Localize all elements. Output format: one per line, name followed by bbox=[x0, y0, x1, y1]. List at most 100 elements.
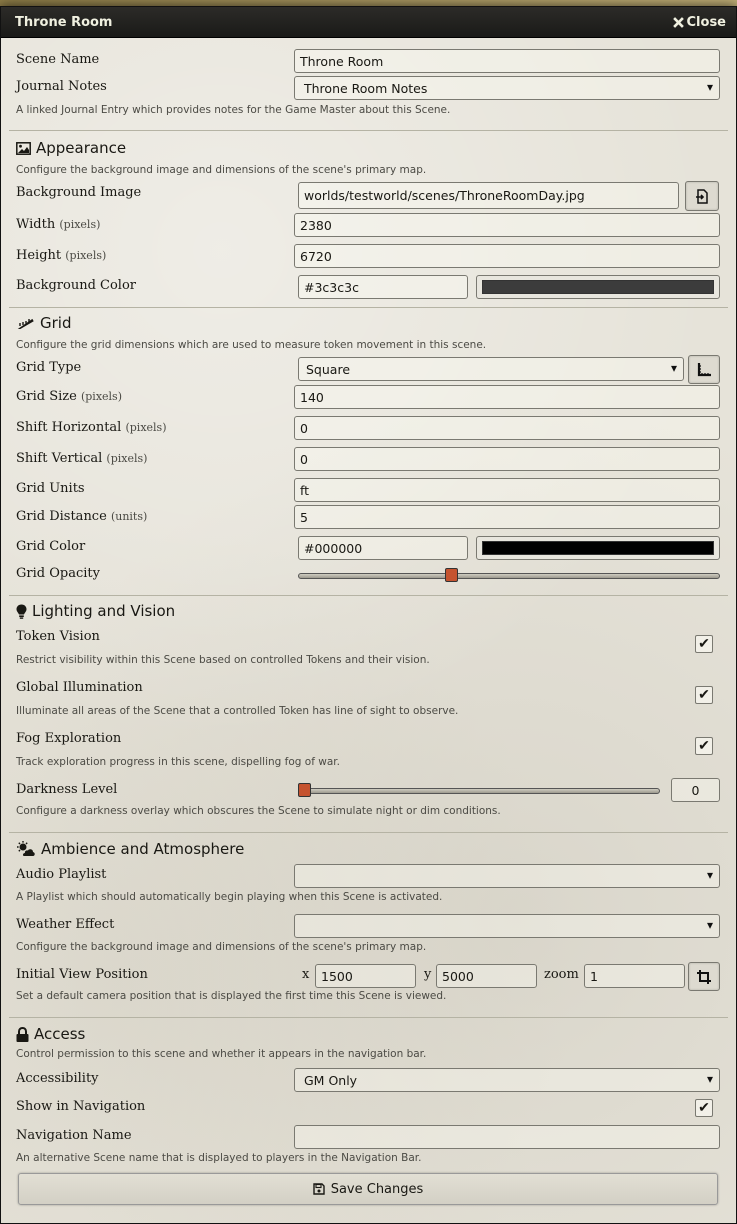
audio-playlist-hint: A Playlist which should automatically be… bbox=[16, 891, 443, 903]
grid-units-input[interactable]: ft bbox=[294, 478, 720, 502]
grid-type-label: Grid Type bbox=[16, 360, 82, 375]
grid-size-unit: (pixels) bbox=[80, 390, 122, 403]
divider bbox=[9, 595, 728, 596]
divider bbox=[9, 307, 728, 308]
capture-view-button[interactable] bbox=[688, 962, 720, 991]
file-picker-button[interactable] bbox=[685, 181, 719, 211]
cloud-sun-icon bbox=[17, 841, 35, 856]
save-icon bbox=[313, 1183, 325, 1195]
grid-opacity-label: Grid Opacity bbox=[16, 566, 100, 581]
image-icon bbox=[16, 141, 31, 155]
scene-config-window: Throne Room Close Scene Name Throne Room… bbox=[0, 6, 737, 1224]
show-navigation-checkbox[interactable]: ✔ bbox=[695, 1099, 713, 1117]
darkness-level-thumb[interactable] bbox=[298, 783, 311, 797]
lighting-header: Lighting and Vision bbox=[16, 602, 175, 620]
grid-color-swatch[interactable] bbox=[476, 536, 720, 560]
view-zoom-label: zoom bbox=[544, 967, 579, 982]
ruler-icon bbox=[17, 318, 34, 329]
darkness-level-hint: Configure a darkness overlay which obscu… bbox=[16, 805, 501, 817]
show-navigation-label: Show in Navigation bbox=[16, 1099, 146, 1114]
bg-color-swatch[interactable] bbox=[476, 275, 720, 299]
grid-title: Grid bbox=[40, 314, 72, 332]
shift-h-input[interactable]: 0 bbox=[294, 416, 720, 440]
divider bbox=[9, 832, 728, 833]
navigation-name-input[interactable] bbox=[294, 1125, 720, 1149]
fog-exploration-hint: Track exploration progress in this scene… bbox=[16, 756, 340, 768]
height-input[interactable]: 6720 bbox=[294, 244, 720, 268]
ambience-header: Ambience and Atmosphere bbox=[16, 840, 244, 858]
ruler-combined-icon bbox=[697, 363, 711, 377]
darkness-level-label: Darkness Level bbox=[16, 782, 118, 797]
grid-config-button[interactable] bbox=[688, 355, 720, 384]
lightbulb-icon bbox=[16, 604, 27, 619]
shift-h-unit: (pixels) bbox=[125, 421, 167, 434]
accessibility-select[interactable]: GM Only bbox=[294, 1068, 720, 1092]
close-label: Close bbox=[686, 14, 726, 30]
weather-effect-label: Weather Effect bbox=[16, 917, 115, 932]
journal-notes-label: Journal Notes bbox=[16, 79, 107, 94]
bg-image-label: Background Image bbox=[16, 185, 142, 200]
initial-view-hint: Set a default camera position that is di… bbox=[16, 990, 447, 1002]
global-illumination-checkbox[interactable]: ✔ bbox=[695, 686, 713, 704]
window-titlebar[interactable]: Throne Room Close bbox=[1, 7, 736, 38]
view-y-label: y bbox=[424, 967, 432, 982]
grid-distance-label-text: Grid Distance bbox=[16, 509, 107, 524]
width-input[interactable]: 2380 bbox=[294, 213, 720, 237]
initial-view-label: Initial View Position bbox=[16, 967, 148, 982]
grid-hint: Configure the grid dimensions which are … bbox=[16, 339, 487, 351]
bg-color-label: Background Color bbox=[16, 278, 136, 293]
grid-distance-unit: (units) bbox=[110, 510, 148, 523]
token-vision-checkbox[interactable]: ✔ bbox=[695, 635, 713, 653]
grid-opacity-track[interactable] bbox=[298, 573, 720, 579]
lock-icon bbox=[16, 1026, 29, 1042]
shift-h-label: Shift Horizontal (pixels) bbox=[16, 420, 167, 435]
save-changes-label: Save Changes bbox=[330, 1181, 424, 1197]
weather-effect-select[interactable] bbox=[294, 914, 720, 938]
view-y-input[interactable]: 5000 bbox=[436, 964, 537, 988]
journal-notes-value: Throne Room Notes bbox=[304, 80, 428, 96]
divider bbox=[9, 130, 728, 131]
journal-notes-hint: A linked Journal Entry which provides no… bbox=[16, 104, 451, 116]
grid-size-label: Grid Size (pixels) bbox=[16, 389, 122, 404]
save-changes-button[interactable]: Save Changes bbox=[18, 1173, 718, 1205]
darkness-level-track[interactable] bbox=[298, 788, 660, 794]
grid-distance-label: Grid Distance (units) bbox=[16, 509, 147, 524]
journal-notes-select[interactable]: Throne Room Notes bbox=[294, 76, 720, 100]
shift-v-label-text: Shift Vertical bbox=[16, 451, 103, 466]
grid-header: Grid bbox=[16, 314, 71, 332]
grid-opacity-thumb[interactable] bbox=[445, 568, 459, 582]
view-x-label: x bbox=[302, 967, 310, 982]
view-x-input[interactable]: 1500 bbox=[315, 964, 416, 988]
height-unit: (pixels) bbox=[65, 249, 107, 262]
access-title: Access bbox=[34, 1025, 86, 1043]
shift-v-input[interactable]: 0 bbox=[294, 447, 720, 471]
grid-type-value: Square bbox=[306, 361, 351, 377]
darkness-level-value[interactable]: 0 bbox=[671, 778, 720, 802]
height-label-text: Height bbox=[16, 248, 62, 263]
shift-v-unit: (pixels) bbox=[106, 452, 148, 465]
scene-name-input[interactable]: Throne Room bbox=[294, 49, 720, 73]
navigation-name-label: Navigation Name bbox=[16, 1128, 132, 1143]
bg-image-input[interactable]: worlds/testworld/scenes/ThroneRoomDay.jp… bbox=[298, 182, 679, 209]
grid-size-input[interactable]: 140 bbox=[294, 385, 720, 409]
close-icon bbox=[672, 16, 684, 28]
scene-name-label: Scene Name bbox=[16, 52, 100, 67]
appearance-hint: Configure the background image and dimen… bbox=[16, 164, 427, 176]
grid-color-swatch-fill bbox=[482, 541, 714, 555]
file-import-icon bbox=[696, 188, 708, 204]
view-zoom-input[interactable]: 1 bbox=[584, 964, 685, 988]
audio-playlist-select[interactable] bbox=[294, 864, 720, 888]
grid-size-label-text: Grid Size bbox=[16, 389, 77, 404]
navigation-name-hint: An alternative Scene name that is displa… bbox=[16, 1152, 422, 1164]
token-vision-label: Token Vision bbox=[16, 629, 100, 644]
window-title: Throne Room bbox=[15, 14, 113, 30]
lighting-title: Lighting and Vision bbox=[32, 602, 176, 620]
close-button[interactable]: Close bbox=[672, 14, 726, 30]
grid-type-select[interactable]: Square bbox=[298, 357, 684, 381]
grid-distance-input[interactable]: 5 bbox=[294, 505, 720, 529]
fog-exploration-checkbox[interactable]: ✔ bbox=[695, 737, 713, 755]
bg-color-input[interactable]: #3c3c3c bbox=[298, 275, 468, 299]
grid-color-input[interactable]: #000000 bbox=[298, 536, 468, 560]
bg-color-swatch-fill bbox=[482, 280, 714, 294]
crop-icon bbox=[697, 969, 711, 984]
